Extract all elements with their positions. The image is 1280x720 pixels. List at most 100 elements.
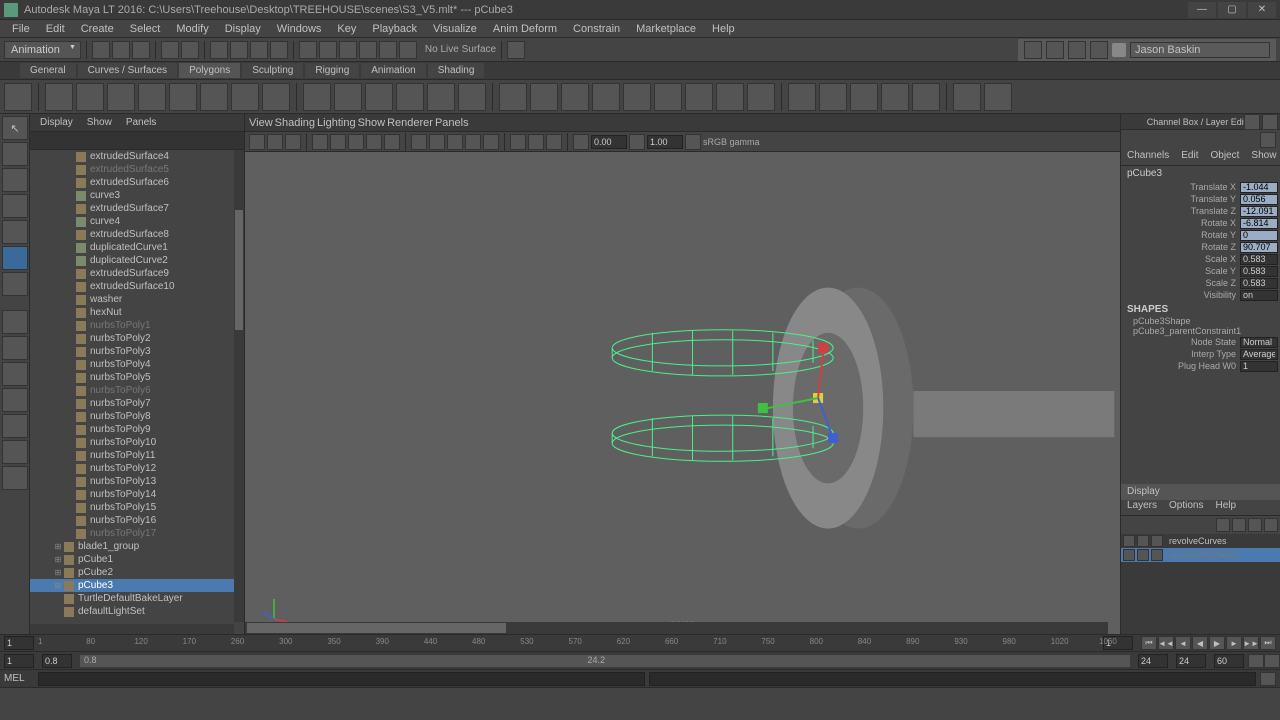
mirror-icon[interactable] — [788, 83, 816, 111]
save-scene-icon[interactable] — [132, 41, 150, 59]
vp-select-camera-icon[interactable] — [249, 134, 265, 150]
snap-point-icon[interactable] — [339, 41, 357, 59]
outliner-item[interactable]: nurbsToPoly4 — [30, 358, 244, 371]
exposure-field[interactable] — [591, 135, 627, 149]
outliner-item[interactable]: nurbsToPoly9 — [30, 423, 244, 436]
outliner-item[interactable]: duplicatedCurve2 — [30, 254, 244, 267]
connect-icon[interactable] — [654, 83, 682, 111]
outliner-item[interactable]: extrudedSurface9 — [30, 267, 244, 280]
snap-curve-icon[interactable] — [319, 41, 337, 59]
step-forward-key-button[interactable]: ►► — [1243, 636, 1259, 650]
outliner-item[interactable]: hexNut — [30, 306, 244, 319]
lasso-tool-icon[interactable] — [2, 142, 28, 166]
shelf-layout-icon[interactable] — [4, 83, 32, 111]
poly-cone-icon[interactable] — [138, 83, 166, 111]
step-back-button[interactable]: ◄ — [1175, 636, 1191, 650]
shelf-tab-curves[interactable]: Curves / Surfaces — [78, 63, 177, 78]
layer-move-up-icon[interactable] — [1232, 518, 1246, 532]
layout-hypershade-icon[interactable] — [2, 440, 28, 464]
shelf-tab-rigging[interactable]: Rigging — [305, 63, 359, 78]
vp-lights-icon[interactable] — [465, 134, 481, 150]
select-tool-icon[interactable]: ↖ — [2, 116, 28, 140]
menu-marketplace[interactable]: Marketplace — [628, 23, 704, 35]
attr-value-field[interactable] — [1240, 337, 1278, 348]
outliner-item[interactable]: nurbsToPoly14 — [30, 488, 244, 501]
dock-icon[interactable] — [1244, 114, 1260, 130]
menu-select[interactable]: Select — [122, 23, 169, 35]
select-tool-icon[interactable] — [270, 41, 288, 59]
vp-image-plane-icon[interactable] — [285, 134, 301, 150]
outliner-menu-panels[interactable]: Panels — [120, 117, 163, 128]
vp-exposure-icon[interactable] — [573, 134, 589, 150]
redo-icon[interactable] — [181, 41, 199, 59]
outliner-item[interactable]: nurbsToPoly16 — [30, 514, 244, 527]
offset-loop-icon[interactable] — [716, 83, 744, 111]
outliner-menu-display[interactable]: Display — [34, 117, 79, 128]
smooth-icon[interactable] — [365, 83, 393, 111]
play-back-button[interactable]: ◀ — [1192, 636, 1208, 650]
menu-help[interactable]: Help — [704, 23, 743, 35]
uv-icon[interactable] — [984, 83, 1012, 111]
poly-sphere-icon[interactable] — [45, 83, 73, 111]
layout-two-v-icon[interactable] — [2, 388, 28, 412]
undo-icon[interactable] — [161, 41, 179, 59]
layer-type-toggle[interactable] — [1137, 549, 1149, 561]
layout-custom-icon[interactable] — [2, 466, 28, 490]
outliner-item[interactable]: extrudedSurface5 — [30, 163, 244, 176]
poly-cylinder-icon[interactable] — [107, 83, 135, 111]
texture-icon[interactable] — [953, 83, 981, 111]
make-live-icon[interactable] — [399, 41, 417, 59]
outliner-item[interactable]: ⊞pCube3 — [30, 579, 244, 592]
outliner-search[interactable] — [30, 132, 244, 150]
cb-tab-edit[interactable]: Edit — [1175, 150, 1204, 165]
outliner-item[interactable]: nurbsToPoly11 — [30, 449, 244, 462]
extrude-icon[interactable] — [499, 83, 527, 111]
layout-icon-4[interactable] — [1090, 41, 1108, 59]
poly-cube-icon[interactable] — [76, 83, 104, 111]
sculpt-icon[interactable] — [819, 83, 847, 111]
outliner-item[interactable]: ⊞pCube1 — [30, 553, 244, 566]
close-button[interactable]: ✕ — [1248, 2, 1276, 18]
scrollbar-thumb[interactable] — [247, 623, 506, 633]
vp-xray-icon[interactable] — [528, 134, 544, 150]
outliner-scrollbar[interactable] — [234, 150, 244, 622]
soft-select-icon[interactable] — [881, 83, 909, 111]
rotate-tool-icon[interactable] — [2, 194, 28, 218]
go-start-button[interactable]: ⏮ — [1141, 636, 1157, 650]
cb-tab-channels[interactable]: Channels — [1121, 150, 1175, 165]
outliner-item[interactable]: nurbsToPoly7 — [30, 397, 244, 410]
outliner-item[interactable]: defaultLightSet — [30, 605, 244, 618]
user-name-dropdown[interactable]: Jason Baskin — [1130, 42, 1270, 58]
layer-vis-toggle[interactable] — [1123, 549, 1135, 561]
layer-row[interactable]: revolvedSurfaces — [1121, 548, 1280, 562]
poly-torus-icon[interactable] — [169, 83, 197, 111]
layout-persp-outliner-icon[interactable] — [2, 414, 28, 438]
shelf-tab-polygons[interactable]: Polygons — [179, 63, 240, 78]
vp-xray-joints-icon[interactable] — [546, 134, 562, 150]
move-tool-icon[interactable] — [2, 168, 28, 192]
cmd-language-label[interactable]: MEL — [4, 673, 34, 684]
maximize-button[interactable]: ▢ — [1218, 2, 1246, 18]
auto-key-button[interactable] — [1248, 654, 1264, 668]
snap-grid-icon[interactable] — [299, 41, 317, 59]
snap-plane-icon[interactable] — [359, 41, 377, 59]
vp-safe-icon[interactable] — [366, 134, 382, 150]
close-panel-icon[interactable] — [1262, 114, 1278, 130]
poly-disc-icon[interactable] — [231, 83, 259, 111]
layout-icon-3[interactable] — [1068, 41, 1086, 59]
vp-gamma-icon[interactable] — [629, 134, 645, 150]
shelf-tab-animation[interactable]: Animation — [361, 63, 425, 78]
display-header[interactable]: Display — [1121, 484, 1280, 500]
time-slider[interactable]: 1801201702603003503904404805305706206607… — [0, 634, 1280, 652]
shape-constraint[interactable]: pCube3_parentConstraint1 — [1121, 326, 1280, 336]
vp-grid-icon[interactable] — [384, 134, 400, 150]
snap-surface-icon[interactable] — [379, 41, 397, 59]
outliner-item[interactable]: nurbsToPoly6 — [30, 384, 244, 397]
outliner-item[interactable]: washer — [30, 293, 244, 306]
layer-color-swatch[interactable] — [1151, 549, 1163, 561]
outliner-item[interactable]: nurbsToPoly13 — [30, 475, 244, 488]
attr-value-field[interactable] — [1240, 194, 1278, 205]
outliner-item[interactable]: nurbsToPoly1 — [30, 319, 244, 332]
new-scene-icon[interactable] — [92, 41, 110, 59]
vp-menu-panels[interactable]: Panels — [435, 117, 469, 129]
